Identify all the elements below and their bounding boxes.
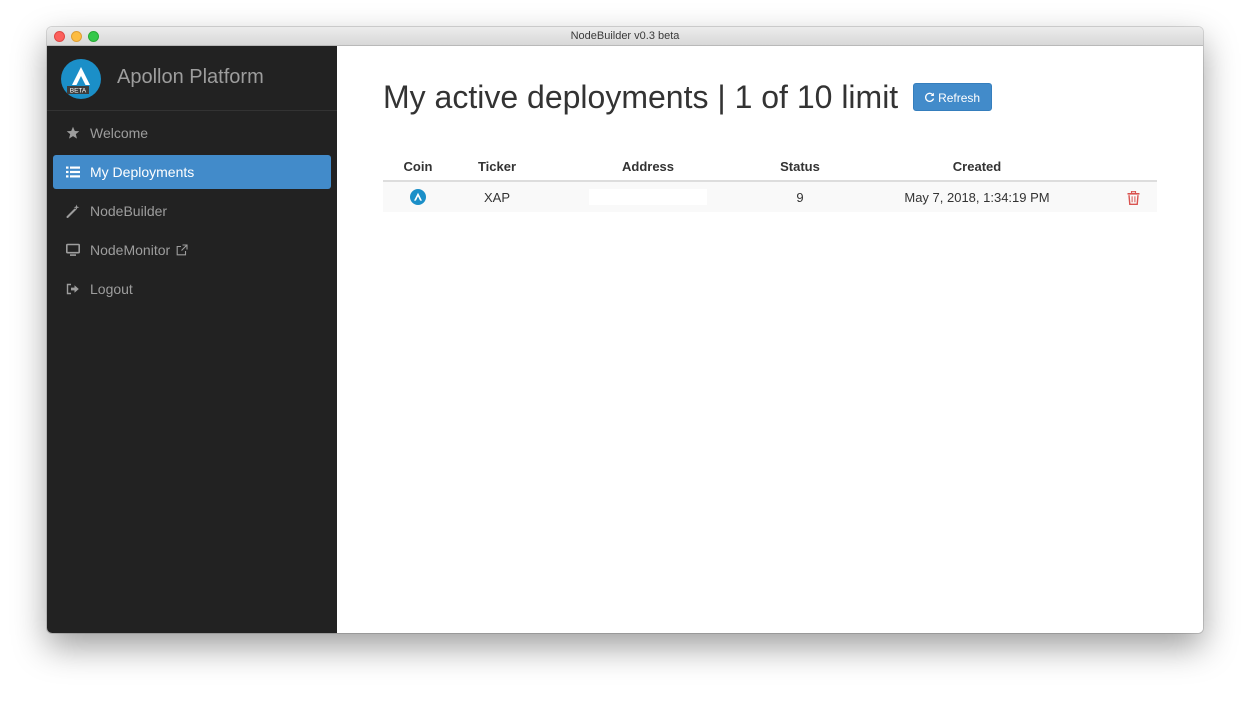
refresh-button-label: Refresh <box>938 90 981 105</box>
window-title: NodeBuilder v0.3 beta <box>570 30 680 42</box>
page-title: My active deployments | 1 of 10 limit <box>383 79 899 115</box>
sidebar-item-label: My Deployments <box>90 164 195 180</box>
sidebar-item-nodebuilder[interactable]: NodeBuilder <box>53 194 331 228</box>
brand-name: Apollon Platform <box>117 66 264 88</box>
actions-cell <box>1109 181 1157 212</box>
refresh-icon <box>925 92 935 102</box>
status-cell: 9 <box>755 181 845 212</box>
beta-badge: BETA <box>70 88 87 95</box>
column-header-status: Status <box>755 152 845 182</box>
page-heading: My active deployments | 1 of 10 limit Re… <box>383 79 993 115</box>
column-header-actions <box>1109 152 1157 182</box>
sidebar-item-label: NodeBuilder <box>90 203 168 219</box>
external-link-icon <box>176 244 188 256</box>
sidebar: BETA Apollon Platform Welcome My Deploym… <box>47 46 337 633</box>
apollon-logo-icon: BETA <box>61 59 101 99</box>
app-window: NodeBuilder v0.3 beta BETA Apollon Platf… <box>47 27 1203 633</box>
main-content: My active deployments | 1 of 10 limit Re… <box>337 46 1203 633</box>
column-header-created: Created <box>845 152 1109 182</box>
sidebar-item-label: Welcome <box>90 125 149 141</box>
logout-icon <box>66 283 79 295</box>
star-icon <box>66 126 80 139</box>
monitor-icon <box>66 243 80 256</box>
magic-wand-icon <box>66 204 80 218</box>
sidebar-item-label: NodeMonitor <box>90 242 171 258</box>
sidebar-item-welcome[interactable]: Welcome <box>53 116 331 150</box>
column-header-ticker: Ticker <box>453 152 541 182</box>
sidebar-item-logout[interactable]: Logout <box>53 272 331 306</box>
apollon-coin-icon <box>410 189 426 206</box>
sidebar-item-nodemonitor[interactable]: NodeMonitor <box>53 233 331 267</box>
table-header-row: Coin Ticker Address Status Created <box>383 152 1157 182</box>
address-value <box>589 189 707 206</box>
trash-icon[interactable] <box>1127 190 1140 205</box>
refresh-button[interactable]: Refresh <box>913 82 993 111</box>
ticker-cell: XAP <box>453 181 541 212</box>
sidebar-item-my-deployments[interactable]: My Deployments <box>53 155 331 189</box>
column-header-address: Address <box>541 152 755 182</box>
column-header-coin: Coin <box>383 152 453 182</box>
sidebar-item-label: Logout <box>90 281 133 297</box>
address-cell <box>541 181 755 212</box>
deployments-table: Coin Ticker Address Status Created XAP 9… <box>383 152 1157 212</box>
brand-header: BETA Apollon Platform <box>47 46 337 111</box>
title-bar[interactable]: NodeBuilder v0.3 beta <box>47 27 1203 46</box>
coin-cell <box>383 181 453 212</box>
table-row[interactable]: XAP 9 May 7, 2018, 1:34:19 PM <box>383 181 1157 212</box>
sidebar-nav: Welcome My Deployments NodeBuilder NodeM… <box>47 116 337 311</box>
list-icon <box>66 166 80 178</box>
created-cell: May 7, 2018, 1:34:19 PM <box>845 181 1109 212</box>
